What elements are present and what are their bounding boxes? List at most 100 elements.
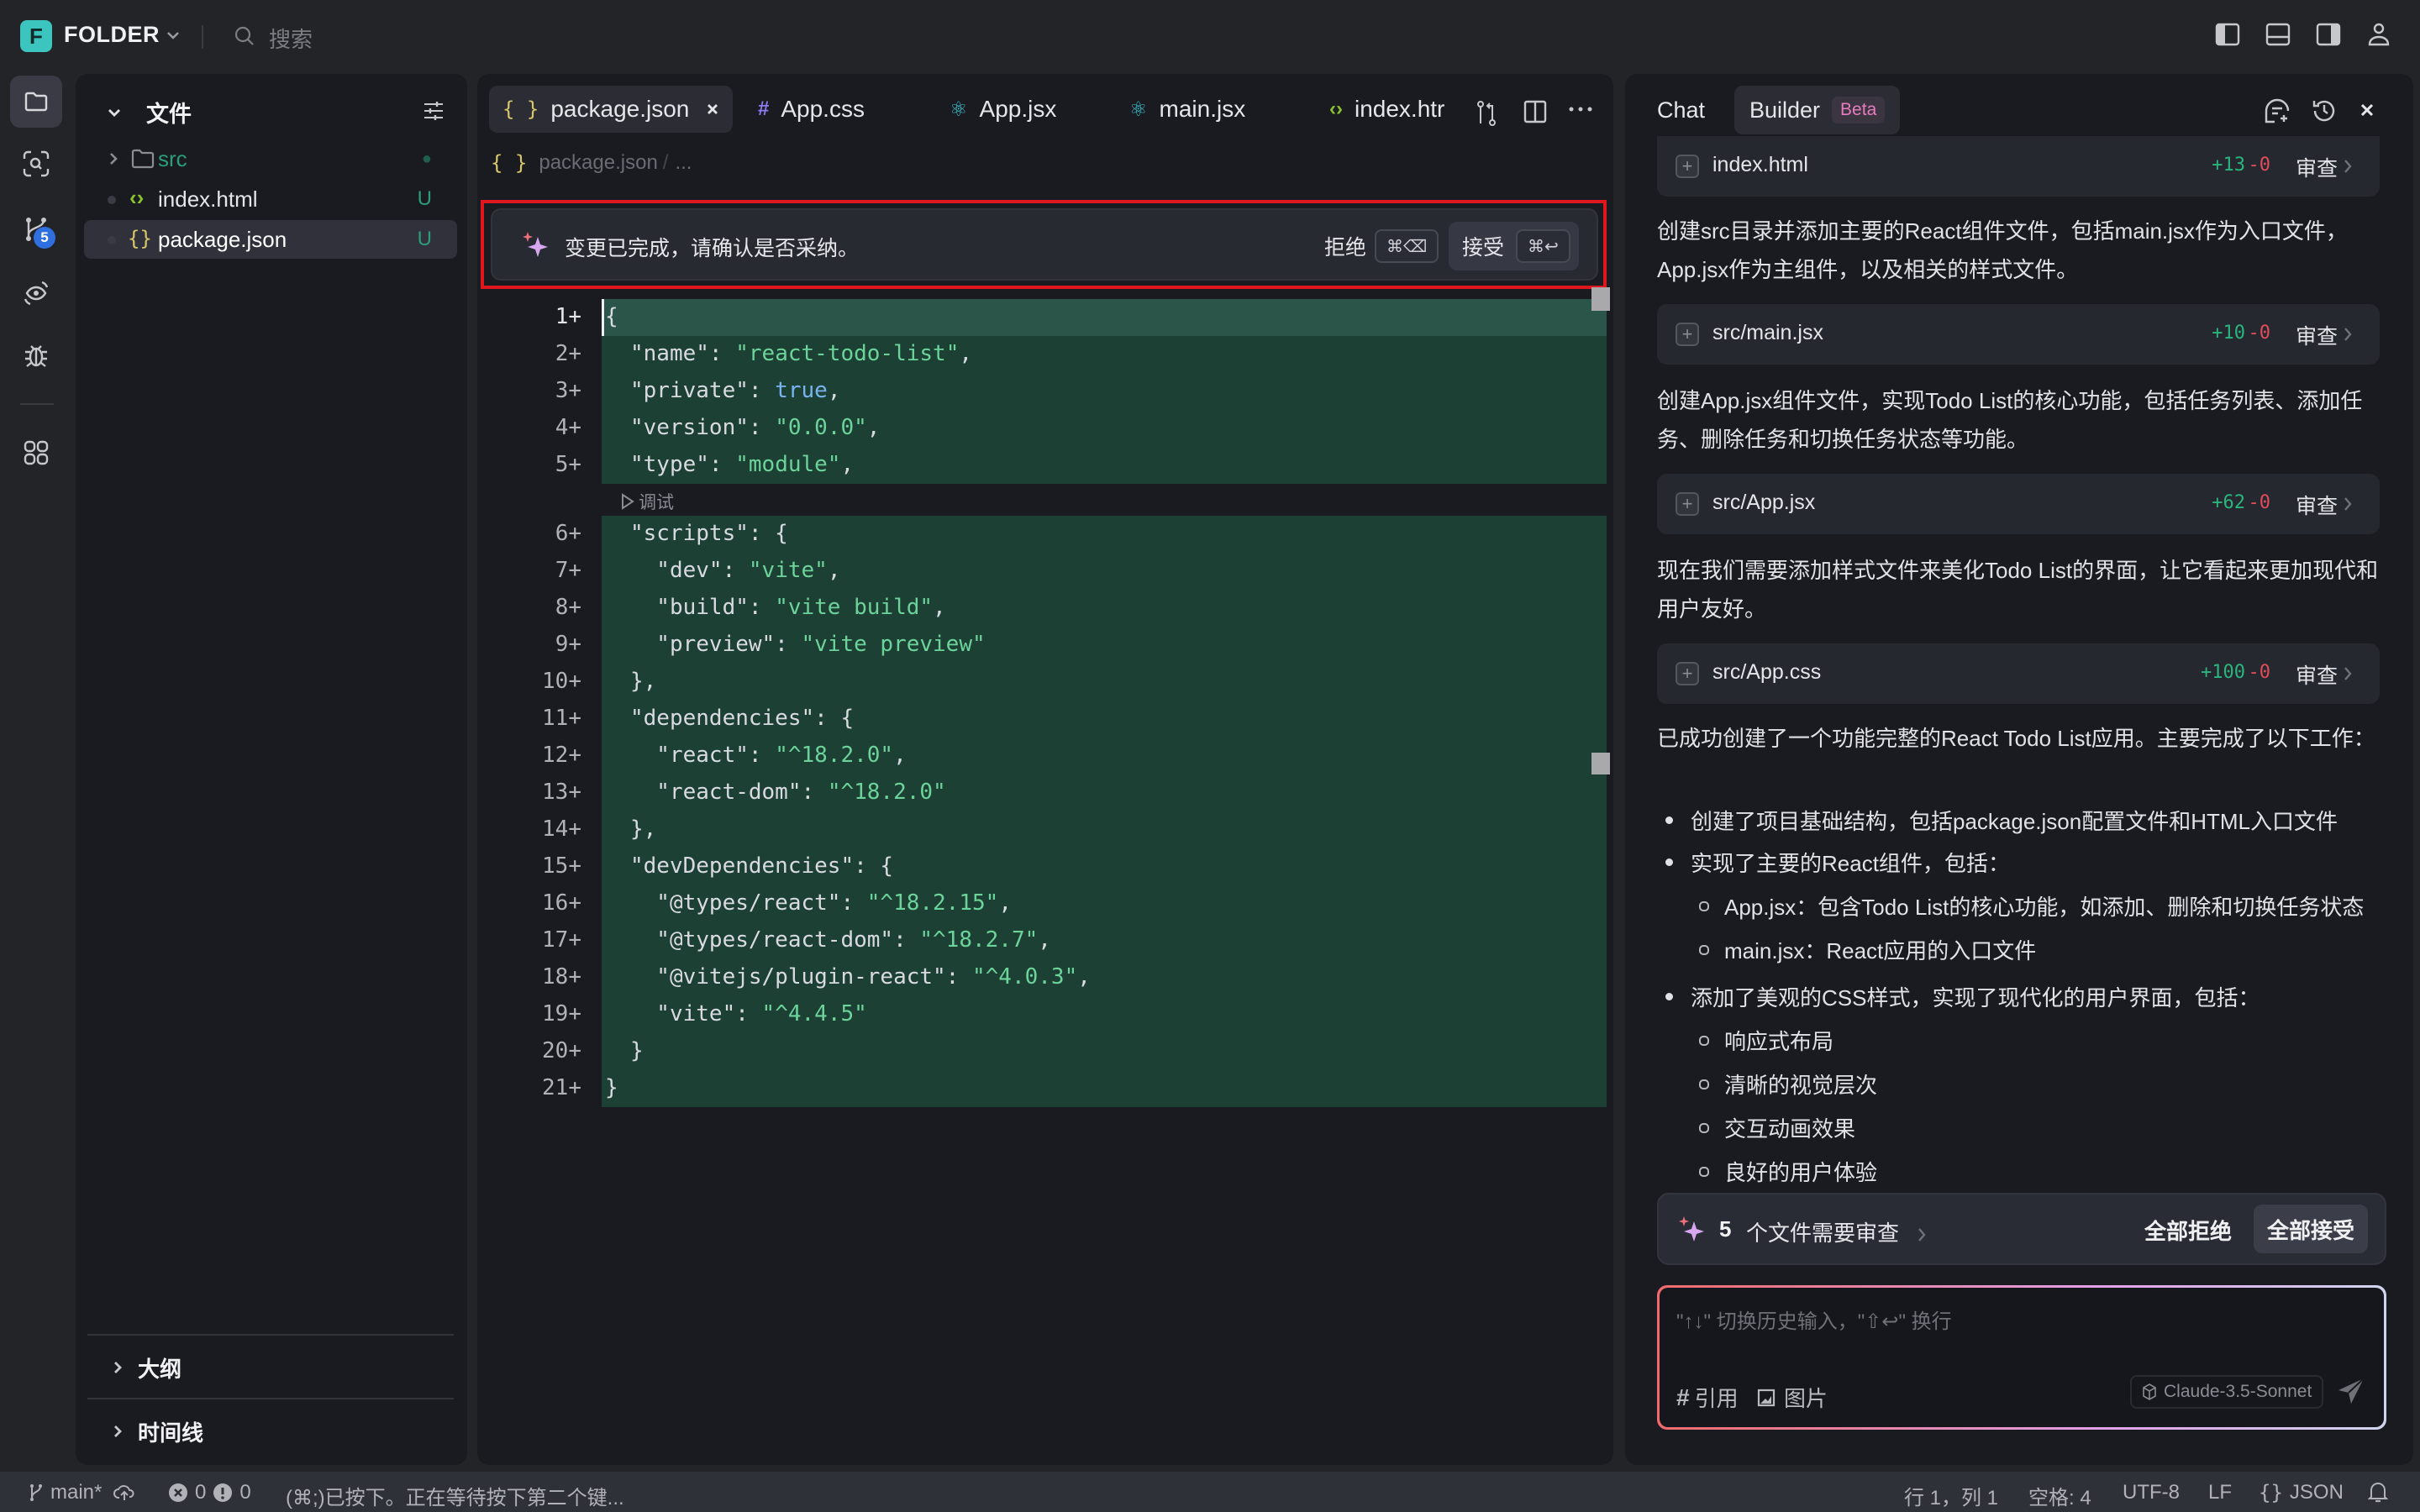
- code-line[interactable]: 17+ "@types/react-dom": "^18.2.7",: [477, 922, 1613, 959]
- scrollbar-change-marker[interactable]: [1591, 287, 1610, 311]
- code-line[interactable]: 16+ "@types/react": "^18.2.15",: [477, 885, 1613, 922]
- reject-all-button[interactable]: 全部拒绝: [2144, 1215, 2232, 1246]
- explorer-header[interactable]: 文件: [94, 92, 447, 131]
- code-line[interactable]: 11+ "dependencies": {: [477, 701, 1613, 738]
- tree-item-src[interactable]: src ●: [84, 139, 457, 178]
- file-change-card[interactable]: + src/App.jsx +62 -0 审查: [1657, 474, 2380, 534]
- code-line[interactable]: 20+}: [477, 1033, 1613, 1070]
- timeline-section[interactable]: 时间线: [87, 1398, 454, 1460]
- code-line[interactable]: 14+},: [477, 811, 1613, 848]
- code-line[interactable]: 1+ {: [477, 299, 1613, 336]
- breadcrumb-file[interactable]: package.json: [539, 151, 657, 175]
- code-text: "build": "vite build",: [630, 595, 946, 620]
- split-editor-icon[interactable]: [1523, 99, 1548, 124]
- code-text: }: [630, 1038, 644, 1063]
- workspace-name[interactable]: FOLDER: [64, 22, 160, 48]
- review-summary[interactable]: 个文件需要审查: [1746, 1216, 1927, 1247]
- tab-app-jsx[interactable]: ⚛ App.jsx: [950, 86, 1056, 133]
- code-line[interactable]: 19+ "vite": "^4.4.5": [477, 996, 1613, 1033]
- code-line[interactable]: 13+ "react-dom": "^18.2.0": [477, 774, 1613, 811]
- problems-indicator[interactable]: 0 0: [168, 1481, 251, 1504]
- tree-item-index-html[interactable]: ‹› index.html U: [84, 180, 457, 218]
- message-paragraph: 现在我们需要添加样式文件来美化Todo List的界面，让它看起来更加现代和用户…: [1657, 558, 2379, 622]
- reference-button[interactable]: # 引用: [1676, 1382, 1739, 1413]
- send-button[interactable]: [2335, 1375, 2367, 1407]
- code-line[interactable]: 15+ "devDependencies": {: [477, 848, 1613, 885]
- activity-debug[interactable]: [10, 329, 62, 381]
- chat-input[interactable]: "↑↓" 切换历史输入，"⇧↩" 换行: [1676, 1305, 1952, 1334]
- reject-button[interactable]: 拒绝 ⌘⌫: [1324, 225, 1439, 267]
- image-button[interactable]: 图片: [1757, 1382, 1828, 1413]
- end-of-line[interactable]: LF: [2208, 1481, 2232, 1504]
- activity-search[interactable]: [10, 138, 62, 190]
- tab-label: App.css: [781, 96, 865, 122]
- encoding[interactable]: UTF-8: [2123, 1481, 2180, 1504]
- more-actions-icon[interactable]: [1568, 106, 1593, 113]
- tab-index-html[interactable]: ‹› index.htr: [1329, 86, 1454, 133]
- indentation[interactable]: 空格: 4: [2028, 1481, 2091, 1510]
- new-chat-icon[interactable]: [2264, 97, 2291, 124]
- file-change-card[interactable]: + src/App.css +100 -0 审查: [1657, 643, 2380, 704]
- toggle-right-panel-icon[interactable]: [2316, 22, 2341, 47]
- language-mode[interactable]: {} JSON: [2259, 1481, 2344, 1504]
- search-icon[interactable]: [234, 25, 255, 47]
- toggle-bottom-panel-icon[interactable]: [2265, 22, 2291, 47]
- review-button[interactable]: 审查: [2296, 152, 2338, 182]
- chevron-down-icon[interactable]: [165, 27, 182, 44]
- history-icon[interactable]: [2311, 97, 2338, 124]
- compare-changes-icon[interactable]: [1474, 99, 1499, 128]
- code-line[interactable]: 12+ "react": "^18.2.0",: [477, 738, 1613, 774]
- model-selector[interactable]: Claude-3.5-Sonnet: [2130, 1375, 2324, 1409]
- tab-package-json[interactable]: { } package.json: [489, 86, 734, 133]
- code-line[interactable]: 18+ "@vitejs/plugin-react": "^4.0.3",: [477, 959, 1613, 996]
- tab-app-css[interactable]: # App.css: [758, 86, 865, 133]
- code-line[interactable]: 21+}: [477, 1070, 1613, 1107]
- tab-builder[interactable]: Builder Beta: [1734, 86, 1901, 134]
- cursor-position[interactable]: 行 1，列 1: [1904, 1481, 1998, 1510]
- account-icon[interactable]: [2366, 22, 2391, 47]
- tab-main-jsx[interactable]: ⚛ main.jsx: [1129, 86, 1245, 133]
- code-line[interactable]: 7+ "dev": "vite",: [477, 553, 1613, 590]
- notifications-bell-icon[interactable]: [2368, 1480, 2388, 1504]
- search-input[interactable]: 搜索: [269, 23, 313, 54]
- review-button[interactable]: 审查: [2296, 659, 2338, 690]
- file-change-card[interactable]: + index.html +13 -0 审查: [1657, 136, 2380, 197]
- outline-section[interactable]: 大纲: [87, 1334, 454, 1396]
- codelens-debug[interactable]: 调试: [602, 484, 1607, 519]
- activity-explorer[interactable]: [10, 76, 62, 128]
- review-button[interactable]: 审查: [2296, 490, 2338, 520]
- code-line[interactable]: 3+ "private": true,: [477, 373, 1613, 410]
- cloud-sync-icon: [113, 1485, 134, 1500]
- review-button[interactable]: 审查: [2296, 320, 2338, 350]
- lines-removed: -0: [2248, 492, 2271, 513]
- line-number: 20+: [542, 1038, 581, 1063]
- code-line[interactable]: 6+ "scripts": {: [477, 516, 1613, 553]
- accept-all-button[interactable]: 全部接受: [2254, 1205, 2369, 1253]
- workspace-logo[interactable]: F: [20, 20, 52, 52]
- tab-label: App.jsx: [979, 96, 1057, 122]
- tree-item-label: index.html: [158, 186, 258, 212]
- code-line[interactable]: 9+ "preview": "vite preview": [477, 627, 1613, 664]
- code-text: }: [605, 1075, 618, 1100]
- lines-removed: -0: [2248, 155, 2271, 176]
- activity-preview[interactable]: [10, 267, 62, 319]
- accept-button[interactable]: 接受 ⌘↩: [1449, 222, 1579, 270]
- debug-bug-icon: [25, 345, 47, 367]
- git-branch[interactable]: main*: [29, 1481, 135, 1504]
- file-change-card[interactable]: + src/main.jsx +10 -0 审查: [1657, 304, 2380, 365]
- code-line[interactable]: 8+ "build": "vite build",: [477, 590, 1613, 627]
- code-line[interactable]: 10+},: [477, 664, 1613, 701]
- scrollbar-change-marker[interactable]: [1591, 753, 1610, 774]
- added-file-icon: +: [1676, 323, 1699, 346]
- model-name: Claude-3.5-Sonnet: [2164, 1382, 2312, 1401]
- code-line[interactable]: 4+ "version": "0.0.0",: [477, 410, 1613, 447]
- close-icon[interactable]: [2360, 102, 2375, 118]
- code-line[interactable]: 5+ "type": "module",: [477, 447, 1613, 484]
- toggle-left-panel-icon[interactable]: [2215, 22, 2240, 47]
- banner-message: 变更已完成，请确认是否采纳。: [565, 237, 860, 260]
- code-line[interactable]: 2+ "name": "react-todo-list",: [477, 336, 1613, 373]
- breadcrumb-symbols[interactable]: ...: [675, 151, 692, 175]
- activity-extensions[interactable]: [10, 427, 62, 479]
- tab-chat[interactable]: Chat: [1657, 97, 1705, 123]
- tree-item-package-json[interactable]: {} package.json U: [84, 220, 457, 259]
